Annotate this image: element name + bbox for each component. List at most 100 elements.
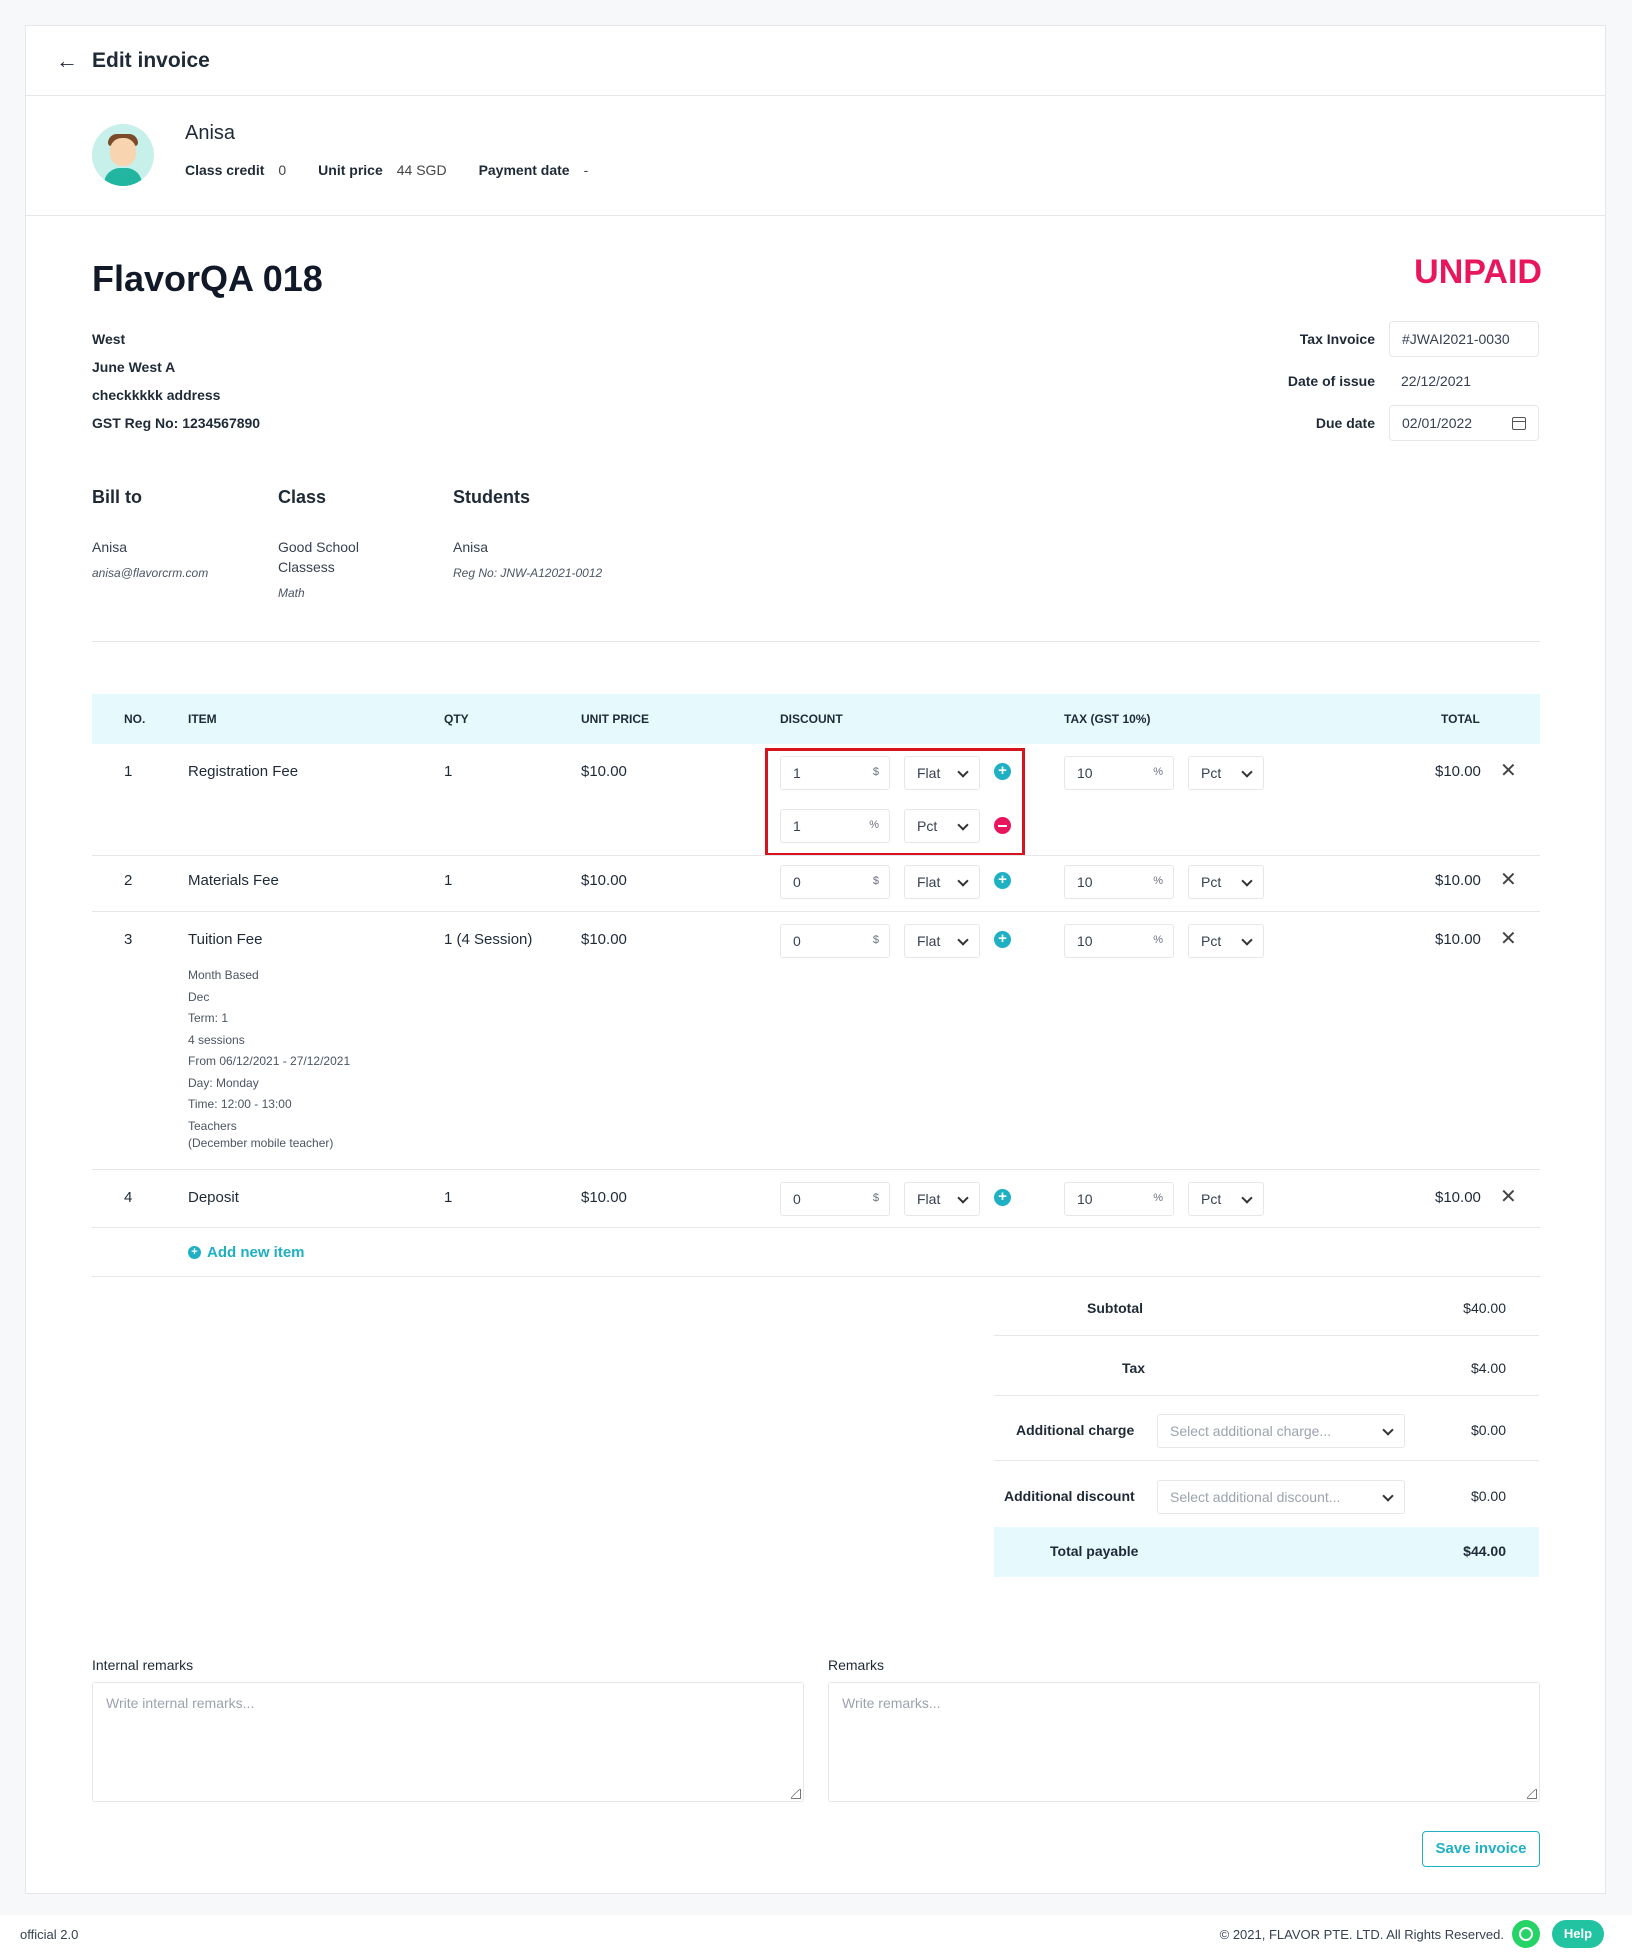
tax-type-select[interactable]: Pct bbox=[1188, 1182, 1264, 1216]
discount-input[interactable]: 0 $ bbox=[780, 865, 890, 899]
date-of-issue-row: Date of issue 22/12/2021 bbox=[1239, 360, 1539, 402]
tax-label: Tax bbox=[1122, 1360, 1146, 1376]
remarks-label: Remarks bbox=[828, 1657, 885, 1673]
discount-type-select[interactable]: Flat bbox=[904, 865, 980, 899]
subtotal-label: Subtotal bbox=[1087, 1300, 1143, 1316]
discount-value: 0 bbox=[793, 933, 801, 949]
discount-value: 0 bbox=[793, 1191, 801, 1207]
tax-type-select[interactable]: Pct bbox=[1188, 865, 1264, 899]
discount-input[interactable]: 0 $ bbox=[780, 1182, 890, 1216]
tax-input[interactable]: 10% bbox=[1064, 1182, 1174, 1216]
tax-unit: % bbox=[1153, 1192, 1163, 1204]
company-address: West June West A checkkkkk address GST R… bbox=[92, 325, 260, 437]
additional-charge-placeholder: Select additional charge... bbox=[1170, 1423, 1332, 1439]
tax-input[interactable]: 10% bbox=[1064, 924, 1174, 958]
detail-line: Time: 12:00 - 13:00 bbox=[188, 1097, 292, 1111]
col-unit-price: UNIT PRICE bbox=[581, 712, 650, 726]
discount-type-select[interactable]: Flat bbox=[904, 924, 980, 958]
calendar-icon[interactable] bbox=[1512, 416, 1526, 430]
row-divider bbox=[92, 911, 1540, 912]
tax-total-value: $4.00 bbox=[1470, 1360, 1506, 1376]
address-line: GST Reg No: 1234567890 bbox=[92, 415, 261, 431]
tax-input[interactable]: 10% bbox=[1064, 865, 1174, 899]
address-line: June West A bbox=[92, 359, 176, 375]
additional-charge-select[interactable]: Select additional charge... bbox=[1157, 1414, 1405, 1448]
col-total: TOTAL bbox=[1441, 712, 1480, 726]
tax-value: 10 bbox=[1077, 874, 1093, 890]
highlight-box bbox=[765, 748, 1025, 856]
bill-to-info: Anisa anisa@flavorcrm.com bbox=[92, 537, 208, 583]
row-total: $10.00 bbox=[1435, 1189, 1481, 1206]
row-divider bbox=[92, 1169, 1540, 1170]
help-button[interactable]: Help bbox=[1552, 1920, 1604, 1948]
discount-type-select[interactable]: Flat bbox=[904, 1182, 980, 1216]
row-total: $10.00 bbox=[1435, 931, 1481, 948]
internal-remarks-textarea[interactable]: Write internal remarks... bbox=[92, 1682, 804, 1802]
page-title: Edit invoice bbox=[92, 48, 210, 72]
close-icon[interactable]: ✕ bbox=[1500, 870, 1517, 890]
back-arrow-icon[interactable]: ← bbox=[56, 49, 78, 72]
class-name-line: Good School bbox=[278, 539, 359, 555]
tax-unit: % bbox=[1153, 875, 1163, 887]
class-name-line: Classess bbox=[278, 559, 335, 575]
discount-type-value: Flat bbox=[917, 933, 941, 949]
tax-invoice-field[interactable]: #JWAI2021-0030 bbox=[1389, 321, 1539, 357]
profile-meta: Class credit 0 Unit price 44 SGD Payment… bbox=[185, 162, 620, 178]
row-unit-price: $10.00 bbox=[581, 872, 627, 889]
add-discount-icon[interactable]: + bbox=[994, 872, 1011, 889]
close-icon[interactable]: ✕ bbox=[1500, 1187, 1517, 1207]
col-no: NO. bbox=[124, 712, 146, 726]
detail-line: 4 sessions bbox=[188, 1032, 245, 1047]
discount-type-value: Flat bbox=[917, 874, 941, 890]
bill-to-email: anisa@flavorcrm.com bbox=[92, 566, 209, 580]
additional-discount-placeholder: Select additional discount... bbox=[1170, 1489, 1341, 1505]
bill-to-name: Anisa bbox=[92, 539, 128, 555]
payment-date-value: - bbox=[583, 162, 589, 178]
tax-type-value: Pct bbox=[1201, 874, 1222, 890]
discount-input[interactable]: 0 $ bbox=[780, 924, 890, 958]
close-icon[interactable]: ✕ bbox=[1500, 929, 1517, 949]
tax-type-select[interactable]: Pct bbox=[1188, 924, 1264, 958]
row-item: Registration Fee bbox=[188, 763, 299, 780]
chevron-down-icon bbox=[957, 934, 969, 946]
avatar-face-icon bbox=[110, 138, 136, 166]
col-qty: QTY bbox=[444, 712, 469, 726]
page-header: ← Edit invoice bbox=[26, 26, 1605, 96]
add-discount-icon[interactable]: + bbox=[994, 1189, 1011, 1206]
due-date-field[interactable]: 02/01/2022 bbox=[1389, 405, 1539, 441]
item-details: Month Based Dec Term: 1 4 sessions From … bbox=[188, 965, 350, 1155]
remarks-textarea[interactable]: Write remarks... bbox=[828, 1682, 1540, 1802]
tax-unit: % bbox=[1153, 934, 1163, 946]
additional-discount-select[interactable]: Select additional discount... bbox=[1157, 1480, 1405, 1514]
resize-grip-icon[interactable] bbox=[1527, 1789, 1537, 1799]
add-new-item-button[interactable]: + Add new item bbox=[188, 1244, 305, 1261]
row-divider bbox=[92, 855, 1540, 856]
tax-value: 10 bbox=[1077, 933, 1093, 949]
class-subject: Math bbox=[278, 586, 305, 600]
resize-grip-icon[interactable] bbox=[791, 1789, 801, 1799]
whatsapp-icon[interactable] bbox=[1512, 1920, 1540, 1948]
totals-divider bbox=[994, 1395, 1539, 1396]
tax-type-value: Pct bbox=[1201, 765, 1222, 781]
chevron-down-icon bbox=[1382, 1424, 1394, 1436]
detail-line: Term: 1 bbox=[188, 1011, 229, 1025]
date-of-issue-label: Date of issue bbox=[1287, 373, 1375, 389]
row-no: 2 bbox=[124, 872, 133, 889]
address-line: West bbox=[92, 331, 126, 347]
internal-remarks-label: Internal remarks bbox=[92, 1657, 194, 1673]
tax-type-select[interactable]: Pct bbox=[1188, 756, 1264, 790]
class-credit-label: Class credit bbox=[185, 162, 265, 178]
add-discount-icon[interactable]: + bbox=[994, 931, 1011, 948]
student-name: Anisa bbox=[185, 122, 236, 144]
tax-input[interactable]: 10% bbox=[1064, 756, 1174, 790]
close-icon[interactable]: ✕ bbox=[1500, 761, 1517, 781]
bill-to-heading: Bill to bbox=[92, 487, 142, 507]
row-qty: 1 (4 Session) bbox=[444, 931, 533, 948]
class-info: Good School Classess Math bbox=[278, 537, 359, 603]
total-payable-label: Total payable bbox=[1050, 1543, 1139, 1559]
save-invoice-button[interactable]: Save invoice bbox=[1422, 1831, 1540, 1867]
row-item: Tuition Fee bbox=[188, 931, 263, 948]
additional-discount-label: Additional discount bbox=[1004, 1488, 1135, 1504]
chevron-down-icon bbox=[957, 1192, 969, 1204]
row-item: Materials Fee bbox=[188, 872, 279, 889]
